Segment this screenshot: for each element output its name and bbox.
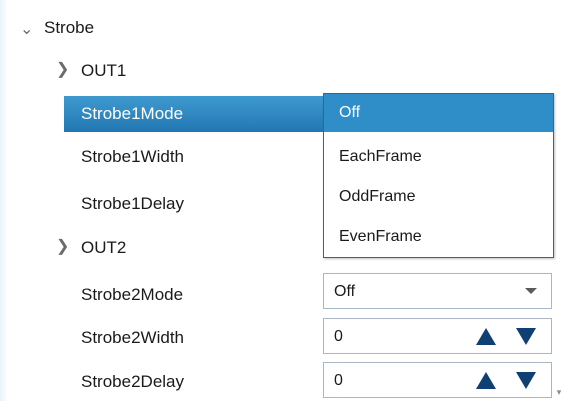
dropdown-option-off[interactable]: Off — [324, 94, 553, 132]
left-edge — [0, 0, 8, 401]
spin-down-icon[interactable] — [516, 328, 536, 345]
strobe2-width-stepper[interactable]: 0 — [323, 318, 552, 354]
dropdown-option-eachframe[interactable]: EachFrame — [324, 138, 553, 176]
tree-node-out1[interactable]: OUT1 — [81, 61, 126, 81]
property-row-strobe2-width[interactable]: Strobe2Width — [64, 320, 324, 356]
chevron-right-icon[interactable]: ❯ — [56, 60, 69, 80]
chevron-down-icon[interactable]: ⌄ — [20, 20, 33, 40]
property-row-strobe1-mode[interactable]: Strobe1Mode — [64, 96, 324, 132]
tree-node-strobe[interactable]: Strobe — [44, 18, 94, 38]
property-label: Strobe1Mode — [81, 104, 184, 123]
tree-node-out2[interactable]: OUT2 — [81, 238, 126, 258]
spin-up-icon[interactable] — [476, 328, 496, 345]
scroll-down-icon[interactable]: ▾ — [553, 383, 565, 401]
spin-up-icon[interactable] — [476, 372, 496, 389]
chevron-right-icon[interactable]: ❯ — [56, 237, 69, 257]
strobe1-mode-dropdown-list[interactable]: Off EachFrame OddFrame EvenFrame — [323, 93, 554, 258]
select-value: Off — [334, 283, 356, 300]
property-row-strobe1-width[interactable]: Strobe1Width — [64, 139, 324, 175]
stepper-value: 0 — [334, 328, 343, 345]
spin-down-icon[interactable] — [516, 372, 536, 389]
property-row-strobe1-delay[interactable]: Strobe1Delay — [64, 186, 324, 222]
dropdown-option-evenframe[interactable]: EvenFrame — [324, 218, 553, 256]
property-label: Strobe2Delay — [81, 372, 185, 391]
property-label: Strobe2Width — [81, 328, 184, 347]
caret-down-icon[interactable] — [525, 288, 537, 294]
strobe2-mode-select[interactable]: Off — [323, 273, 552, 309]
stepper-value: 0 — [334, 372, 343, 389]
property-label: Strobe1Width — [81, 147, 184, 166]
property-row-strobe2-delay[interactable]: Strobe2Delay — [64, 364, 324, 400]
property-label: Strobe1Delay — [81, 194, 185, 213]
property-row-strobe2-mode[interactable]: Strobe2Mode — [64, 277, 324, 313]
dropdown-option-oddframe[interactable]: OddFrame — [324, 178, 553, 216]
strobe2-delay-stepper[interactable]: 0 — [323, 362, 552, 398]
property-label: Strobe2Mode — [81, 285, 184, 304]
